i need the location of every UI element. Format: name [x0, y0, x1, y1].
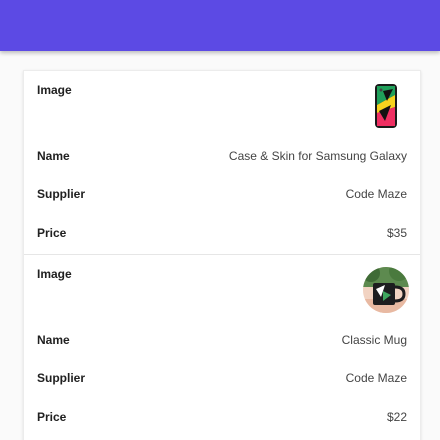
supplier-label: Supplier — [37, 187, 86, 201]
image-row: Image — [24, 265, 420, 325]
price-label: Price — [37, 410, 67, 424]
image-row: Image — [24, 81, 420, 141]
mug-photo-icon — [361, 265, 411, 315]
phone-case-icon — [361, 81, 411, 131]
price-row: Price $22 — [24, 407, 420, 427]
name-label: Name — [37, 149, 70, 163]
app-bar — [0, 0, 440, 51]
price-row: Price $35 — [24, 223, 420, 243]
image-label: Image — [37, 83, 72, 97]
supplier-label: Supplier — [37, 371, 86, 385]
product-name: Case & Skin for Samsung Galaxy — [228, 149, 407, 163]
product-list-card: Image Name Case & Skin for Samsung Galax… — [23, 70, 421, 440]
product-price: $22 — [386, 410, 407, 424]
product-name: Classic Mug — [341, 333, 407, 347]
price-label: Price — [37, 226, 67, 240]
name-label: Name — [37, 333, 70, 347]
supplier-row: Supplier Code Maze — [24, 368, 420, 388]
product-item: Image Name Classic Mug Supplier Code Maz… — [24, 254, 420, 437]
name-row: Name Classic Mug — [24, 330, 420, 350]
supplier-row: Supplier Code Maze — [24, 184, 420, 204]
product-supplier: Code Maze — [345, 371, 407, 385]
product-price: $35 — [386, 226, 407, 240]
product-supplier: Code Maze — [345, 187, 407, 201]
image-label: Image — [37, 267, 72, 281]
name-row: Name Case & Skin for Samsung Galaxy — [24, 146, 420, 166]
product-item: Image Name Case & Skin for Samsung Galax… — [24, 71, 420, 254]
